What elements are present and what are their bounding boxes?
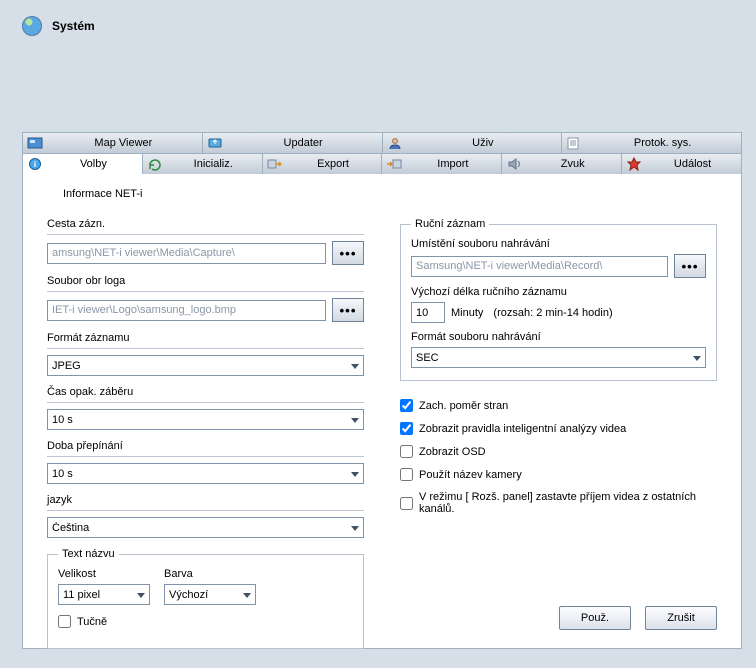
title-color-select[interactable]: Výchozí	[164, 584, 256, 605]
tab-label: Uživ	[409, 137, 558, 149]
divider	[47, 456, 364, 457]
expanded-panel-stop-label: V režimu [ Rozš. panel] zastavte příjem …	[419, 491, 717, 515]
keep-aspect-label: Zach. poměr stran	[419, 400, 508, 412]
divider	[47, 348, 364, 349]
record-file-format-label: Formát souboru nahrávání	[411, 331, 706, 343]
manual-record-legend: Ruční záznam	[411, 218, 489, 230]
tab-label: Protok. sys.	[588, 137, 737, 149]
secondary-tabs: i Volby Inicializ. Export Import	[22, 153, 742, 174]
language-select[interactable]: Čeština	[47, 517, 364, 538]
expanded-panel-stop-checkbox[interactable]	[400, 497, 413, 510]
title-size-label: Velikost	[58, 568, 150, 580]
user-icon	[387, 136, 403, 150]
record-path-browse-button[interactable]: •••	[332, 241, 364, 265]
options-panel: Informace NET-i Cesta zázn. ••• Soubor o…	[22, 174, 742, 649]
title-bar: Systém	[22, 16, 742, 36]
record-location-input[interactable]	[411, 256, 668, 277]
repeat-time-label: Čas opak. záběru	[47, 386, 364, 398]
primary-tabs: Map Viewer Updater Uživ Protok. sys.	[22, 132, 742, 153]
repeat-time-select[interactable]: 10 s	[47, 409, 364, 430]
divider	[47, 510, 364, 511]
export-icon	[267, 157, 283, 171]
record-location-browse-button[interactable]: •••	[674, 254, 706, 278]
tab-label: Updater	[229, 137, 378, 149]
tab-label: Map Viewer	[49, 137, 198, 149]
duration-unit: Minuty	[451, 307, 483, 319]
initialize-icon	[147, 157, 163, 171]
use-camera-name-checkbox[interactable]	[400, 468, 413, 481]
switch-time-select[interactable]: 10 s	[47, 463, 364, 484]
options-icon: i	[27, 157, 43, 171]
tab-options[interactable]: i Volby	[23, 154, 143, 174]
tab-import[interactable]: Import	[382, 154, 502, 174]
apply-button[interactable]: Použ.	[559, 606, 631, 630]
dialog-buttons: Použ. Zrušit	[559, 606, 717, 630]
system-window: Systém Map Viewer Updater Uživ Protok.	[0, 0, 756, 663]
logo-file-label: Soubor obr loga	[47, 275, 364, 287]
left-column: Cesta zázn. ••• Soubor obr loga •••	[47, 218, 364, 649]
tab-label: Zvuk	[528, 158, 617, 170]
switch-time-label: Doba přepínání	[47, 440, 364, 452]
title-color-label: Barva	[164, 568, 256, 580]
default-duration-label: Výchozí délka ručního záznamu	[411, 286, 706, 298]
logo-file-browse-button[interactable]: •••	[332, 298, 364, 322]
record-location-label: Umístění souboru nahrávání	[411, 238, 706, 250]
default-duration-input[interactable]	[411, 302, 445, 323]
tab-sound[interactable]: Zvuk	[502, 154, 622, 174]
tab-export[interactable]: Export	[263, 154, 383, 174]
record-file-format-select[interactable]: SEC	[411, 347, 706, 368]
tab-label: Export	[289, 158, 378, 170]
record-path-label: Cesta zázn.	[47, 218, 364, 230]
divider	[47, 291, 364, 292]
tab-label: Událost	[648, 158, 737, 170]
tab-label: Import	[408, 158, 497, 170]
manual-record-group: Ruční záznam Umístění souboru nahrávání …	[400, 218, 717, 381]
updater-icon	[207, 136, 223, 150]
logo-file-input[interactable]	[47, 300, 326, 321]
use-camera-name-label: Použít název kamery	[419, 469, 522, 481]
record-path-input[interactable]	[47, 243, 326, 264]
import-icon	[386, 157, 402, 171]
title-text-legend: Text názvu	[58, 548, 119, 560]
record-format-label: Formát záznamu	[47, 332, 364, 344]
divider	[47, 402, 364, 403]
sound-icon	[506, 157, 522, 171]
divider	[47, 234, 364, 235]
keep-aspect-checkbox[interactable]	[400, 399, 413, 412]
tab-label: Inicializ.	[169, 158, 258, 170]
bold-checkbox[interactable]	[58, 615, 71, 628]
show-osd-checkbox[interactable]	[400, 445, 413, 458]
tab-map-viewer[interactable]: Map Viewer	[23, 133, 203, 153]
tab-syslog[interactable]: Protok. sys.	[562, 133, 741, 153]
cancel-button[interactable]: Zrušit	[645, 606, 717, 630]
map-viewer-icon	[27, 136, 43, 150]
language-label: jazyk	[47, 494, 364, 506]
duration-range: (rozsah: 2 min-14 hodin)	[493, 307, 612, 319]
tab-event[interactable]: Událost	[622, 154, 741, 174]
globe-icon	[22, 16, 42, 36]
event-icon	[626, 157, 642, 171]
tab-user[interactable]: Uživ	[383, 133, 563, 153]
syslog-icon	[566, 136, 582, 150]
bold-label: Tučně	[77, 616, 107, 628]
window-title: Systém	[52, 19, 95, 33]
tab-initialize[interactable]: Inicializ.	[143, 154, 263, 174]
tab-label: Volby	[49, 158, 138, 170]
svg-text:i: i	[34, 160, 36, 169]
record-format-select[interactable]: JPEG	[47, 355, 364, 376]
right-column: Ruční záznam Umístění souboru nahrávání …	[400, 218, 717, 649]
show-iva-label: Zobrazit pravidla inteligentní analýzy v…	[419, 423, 626, 435]
tab-updater[interactable]: Updater	[203, 133, 383, 153]
show-osd-label: Zobrazit OSD	[419, 446, 486, 458]
title-text-group: Text názvu Velikost 11 pixel Barva	[47, 548, 364, 649]
show-iva-checkbox[interactable]	[400, 422, 413, 435]
panel-header: Informace NET-i	[63, 188, 717, 200]
title-size-select[interactable]: 11 pixel	[58, 584, 150, 605]
